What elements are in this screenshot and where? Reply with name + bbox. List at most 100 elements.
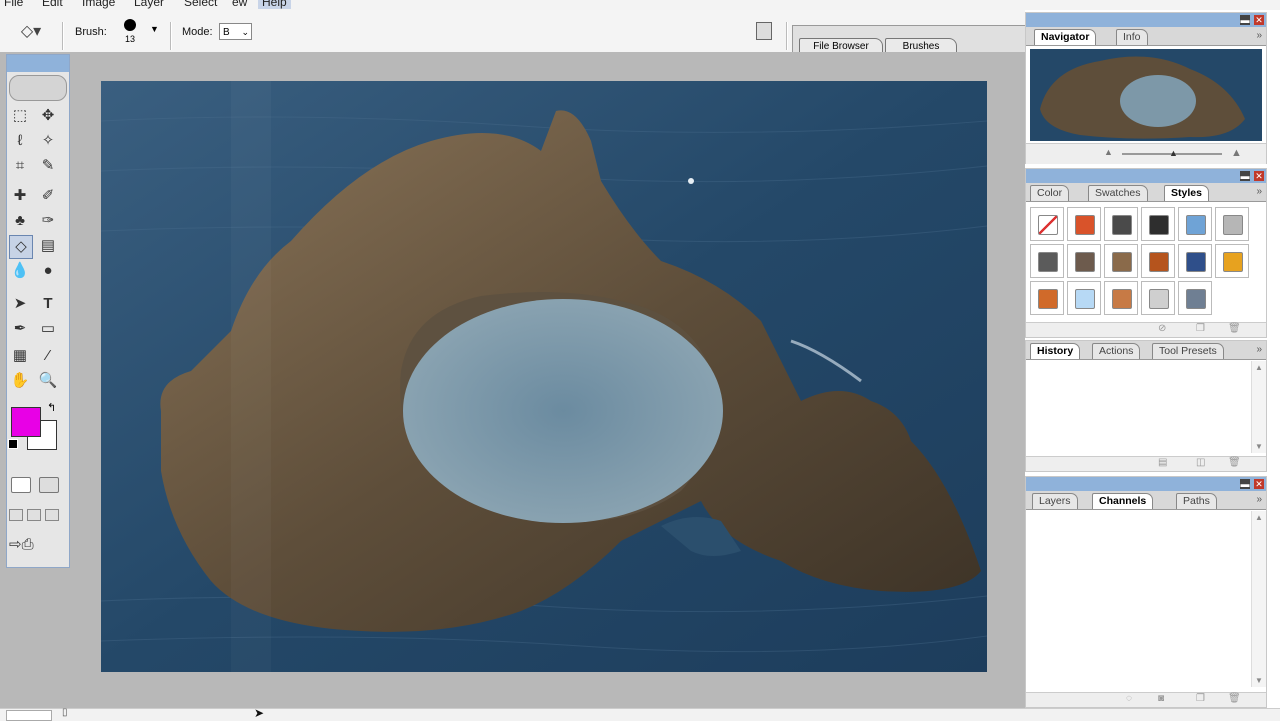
path-selection-tool-icon[interactable]: ➤ xyxy=(9,293,31,315)
pen-tool-icon[interactable]: ✒ xyxy=(9,318,31,340)
silver-frame-style[interactable] xyxy=(1141,281,1175,315)
menu-help[interactable]: Help xyxy=(258,0,291,9)
eyedropper-tool-icon[interactable]: ⁄ xyxy=(37,345,59,367)
dark-steel-style[interactable] xyxy=(1030,244,1064,278)
tab-paths[interactable]: Paths xyxy=(1176,493,1217,509)
magic-wand-tool-icon[interactable]: ✧ xyxy=(37,130,59,152)
sky-blue-style[interactable] xyxy=(1067,281,1101,315)
snapshot-icon[interactable]: ◫ xyxy=(1196,457,1205,468)
tab-channels[interactable]: Channels xyxy=(1092,493,1154,509)
swap-colors-icon[interactable]: ↰ xyxy=(47,401,56,414)
zoom-out-icon[interactable]: ▲ xyxy=(1104,147,1113,157)
document-canvas[interactable] xyxy=(101,81,987,672)
zoom-in-icon[interactable]: ▲ xyxy=(1231,147,1242,159)
steel-blue-style[interactable] xyxy=(1178,281,1212,315)
hand-tool-icon[interactable]: ✋ xyxy=(9,370,31,392)
navigator-titlebar[interactable]: ▬ ✕ xyxy=(1026,13,1266,27)
standard-mode-icon[interactable] xyxy=(11,477,31,493)
tab-info[interactable]: Info xyxy=(1116,29,1148,45)
brush-preview-icon[interactable] xyxy=(124,19,136,31)
blue-glass-style[interactable] xyxy=(1178,207,1212,241)
palette-menu-icon[interactable]: » xyxy=(1256,30,1262,41)
slice-tool-icon[interactable]: ✎ xyxy=(37,155,59,177)
blue-orange-pattern-style[interactable] xyxy=(1178,244,1212,278)
tab-color[interactable]: Color xyxy=(1030,185,1070,201)
jump-to-imageready-icon[interactable]: ⇨⎙ xyxy=(9,535,34,553)
blur-tool-icon[interactable]: 💧 xyxy=(9,260,31,282)
brush-dropdown-icon[interactable]: ▼ xyxy=(150,24,159,34)
dodge-tool-icon[interactable]: ● xyxy=(37,260,59,282)
tab-history[interactable]: History xyxy=(1030,343,1081,359)
close-icon[interactable]: ✕ xyxy=(1254,479,1264,489)
navigator-thumbnail[interactable] xyxy=(1030,49,1262,141)
minimize-icon[interactable]: ▬ xyxy=(1240,15,1250,25)
notes-tool-icon[interactable]: ▦ xyxy=(9,345,31,367)
eraser-tool-icon[interactable]: ◇ xyxy=(9,235,33,259)
quick-mask-mode-icon[interactable] xyxy=(39,477,59,493)
orange-glow-style[interactable] xyxy=(1067,207,1101,241)
scroll-down-icon[interactable]: ▼ xyxy=(1255,676,1263,685)
orange-texture-style[interactable] xyxy=(1030,281,1064,315)
zoom-slider-thumb-icon[interactable]: ▲ xyxy=(1169,148,1178,158)
lasso-tool-icon[interactable]: ℓ xyxy=(9,130,31,152)
adobe-logo-icon[interactable] xyxy=(9,75,67,101)
no-style[interactable] xyxy=(1030,207,1064,241)
full-screen-menu-icon[interactable] xyxy=(27,509,41,521)
crop-tool-icon[interactable]: ⌗ xyxy=(9,155,31,177)
default-colors-icon[interactable] xyxy=(8,439,18,449)
brown-style[interactable] xyxy=(1067,244,1101,278)
palette-well-icon[interactable] xyxy=(756,22,772,40)
standard-screen-icon[interactable] xyxy=(9,509,23,521)
tab-styles[interactable]: Styles xyxy=(1164,185,1209,201)
gradient-tool-icon[interactable]: ▤ xyxy=(37,235,59,257)
close-icon[interactable]: ✕ xyxy=(1254,171,1264,181)
zoom-tool-icon[interactable]: 🔍 xyxy=(37,370,59,392)
scroll-up-icon[interactable]: ▲ xyxy=(1255,513,1263,522)
history-brush-tool-icon[interactable]: ✑ xyxy=(37,210,59,232)
close-icon[interactable]: ✕ xyxy=(1254,15,1264,25)
zoom-level-field[interactable] xyxy=(6,710,52,721)
dark-gray-style[interactable] xyxy=(1104,207,1138,241)
new-style-icon[interactable]: ❐ xyxy=(1196,323,1205,334)
load-selection-icon[interactable]: ◌ xyxy=(1126,693,1132,704)
history-scrollbar[interactable]: ▲ ▼ xyxy=(1251,361,1266,453)
mode-select[interactable]: B ⌄ xyxy=(219,23,252,40)
black-chrome-style[interactable] xyxy=(1141,207,1175,241)
document-info-icon[interactable]: ▯ xyxy=(62,707,68,718)
bronze-style[interactable] xyxy=(1104,244,1138,278)
tab-swatches[interactable]: Swatches xyxy=(1088,185,1148,201)
menu-view[interactable]: ew xyxy=(232,0,247,9)
tab-navigator[interactable]: Navigator xyxy=(1034,29,1097,45)
scroll-up-icon[interactable]: ▲ xyxy=(1255,363,1263,372)
new-document-icon[interactable]: ▤ xyxy=(1158,457,1167,468)
clear-style-icon[interactable]: ⊘ xyxy=(1158,323,1166,334)
full-screen-icon[interactable] xyxy=(45,509,59,521)
menu-select[interactable]: Select xyxy=(184,0,217,9)
move-tool-icon[interactable]: ✥ xyxy=(37,105,59,127)
toolbox-titlebar[interactable] xyxy=(7,55,69,72)
channels-scrollbar[interactable]: ▲ ▼ xyxy=(1251,511,1266,687)
sunset-style[interactable] xyxy=(1104,281,1138,315)
tab-actions[interactable]: Actions xyxy=(1092,343,1141,359)
shape-tool-icon[interactable]: ▭ xyxy=(37,318,59,340)
menu-image[interactable]: Image xyxy=(82,0,115,9)
new-channel-icon[interactable]: ❐ xyxy=(1196,693,1205,704)
trash-icon[interactable]: 🗑 xyxy=(1228,693,1241,704)
light-gray-style[interactable] xyxy=(1215,207,1249,241)
foreground-color-swatch[interactable] xyxy=(11,407,41,437)
tab-tool-presets[interactable]: Tool Presets xyxy=(1152,343,1224,359)
minimize-icon[interactable]: ▬ xyxy=(1240,171,1250,181)
styles-titlebar[interactable]: ▬ ✕ xyxy=(1026,169,1266,183)
menu-file[interactable]: File xyxy=(4,0,23,9)
menu-layer[interactable]: Layer xyxy=(134,0,164,9)
palette-menu-icon[interactable]: » xyxy=(1256,344,1262,355)
trash-icon[interactable]: 🗑 xyxy=(1228,323,1241,334)
healing-brush-tool-icon[interactable]: ✚ xyxy=(9,185,31,207)
trash-icon[interactable]: 🗑 xyxy=(1228,457,1241,468)
layers-titlebar[interactable]: ▬ ✕ xyxy=(1026,477,1266,491)
palette-menu-icon[interactable]: » xyxy=(1256,494,1262,505)
minimize-icon[interactable]: ▬ xyxy=(1240,479,1250,489)
scroll-down-icon[interactable]: ▼ xyxy=(1255,442,1263,451)
eraser-preset-icon[interactable]: ◇▾ xyxy=(18,22,44,42)
rust-style[interactable] xyxy=(1141,244,1175,278)
